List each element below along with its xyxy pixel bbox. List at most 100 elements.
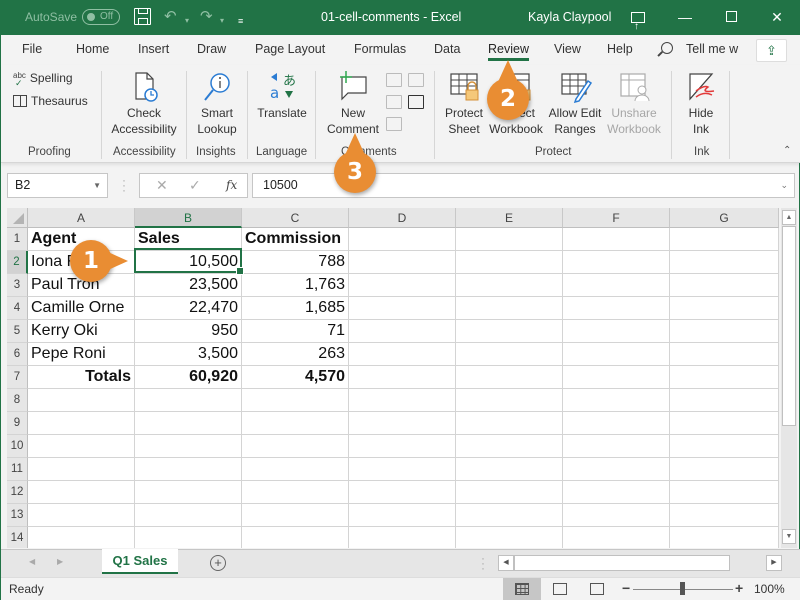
close-button[interactable]: ✕ <box>754 0 800 35</box>
cell-f3[interactable] <box>563 274 670 297</box>
add-sheet-button[interactable]: + <box>210 555 226 571</box>
tab-file[interactable]: File <box>22 42 42 56</box>
scroll-up-button[interactable]: ▲ <box>782 210 796 225</box>
cell-f10[interactable] <box>563 435 670 458</box>
row-header-8[interactable]: 8 <box>7 389 28 412</box>
row-header-12[interactable]: 12 <box>7 481 28 504</box>
redo-icon[interactable]: ↷ <box>200 8 213 26</box>
tab-help[interactable]: Help <box>607 42 633 56</box>
cell-g1[interactable] <box>670 228 779 251</box>
cell-f7[interactable] <box>563 366 670 389</box>
tab-formulas[interactable]: Formulas <box>354 42 406 56</box>
previous-sheet-icon[interactable]: ◀ <box>29 557 35 566</box>
formula-bar-resize-handle[interactable]: · · · <box>122 174 126 196</box>
cell-e14[interactable] <box>456 527 563 548</box>
cell-f6[interactable] <box>563 343 670 366</box>
scroll-left-button[interactable]: ◀ <box>498 555 514 571</box>
cell-c8[interactable] <box>242 389 349 412</box>
tab-split-handle[interactable]: · · · <box>481 552 485 574</box>
vertical-scroll-thumb[interactable] <box>782 226 796 426</box>
tab-review[interactable]: Review <box>488 42 529 61</box>
autosave-toggle[interactable]: Off <box>82 9 120 25</box>
cell-a8[interactable] <box>28 389 135 412</box>
row-header-3[interactable]: 3 <box>7 274 28 297</box>
customize-qat-icon[interactable]: ≡ <box>238 12 243 30</box>
row-header-6[interactable]: 6 <box>7 343 28 366</box>
cell-a6[interactable]: Pepe Roni <box>28 343 135 366</box>
spelling-button[interactable]: abc ✓ Spelling <box>13 71 73 88</box>
zoom-in-button[interactable]: + <box>735 580 743 596</box>
cell-d2[interactable] <box>349 251 456 274</box>
maximize-button[interactable] <box>708 0 754 35</box>
column-header-c[interactable]: C <box>242 208 349 228</box>
row-header-11[interactable]: 11 <box>7 458 28 481</box>
cell-b6[interactable]: 3,500 <box>135 343 242 366</box>
cell-e12[interactable] <box>456 481 563 504</box>
cell-f4[interactable] <box>563 297 670 320</box>
tab-page-layout[interactable]: Page Layout <box>255 42 325 56</box>
user-name[interactable]: Kayla Claypool <box>528 10 611 24</box>
share-button[interactable]: ⇪ <box>756 39 787 62</box>
cell-b13[interactable] <box>135 504 242 527</box>
row-header-14[interactable]: 14 <box>7 527 28 548</box>
cell-d8[interactable] <box>349 389 456 412</box>
row-header-13[interactable]: 13 <box>7 504 28 527</box>
cell-a7[interactable]: Totals <box>28 366 135 389</box>
row-header-2[interactable]: 2 <box>7 251 28 274</box>
cell-d9[interactable] <box>349 412 456 435</box>
cell-a9[interactable] <box>28 412 135 435</box>
zoom-out-button[interactable]: − <box>622 580 630 596</box>
cancel-icon[interactable]: ✕ <box>156 177 168 194</box>
cell-e13[interactable] <box>456 504 563 527</box>
cell-e11[interactable] <box>456 458 563 481</box>
previous-comment-icon[interactable] <box>386 95 402 109</box>
cell-b12[interactable] <box>135 481 242 504</box>
cell-f12[interactable] <box>563 481 670 504</box>
cell-g4[interactable] <box>670 297 779 320</box>
cell-a11[interactable] <box>28 458 135 481</box>
horizontal-scrollbar[interactable]: ◀ ▶ <box>498 555 782 571</box>
cell-g13[interactable] <box>670 504 779 527</box>
vertical-scrollbar[interactable]: ▲ ▼ <box>781 208 797 548</box>
cell-c5[interactable]: 71 <box>242 320 349 343</box>
cell-a12[interactable] <box>28 481 135 504</box>
cell-g6[interactable] <box>670 343 779 366</box>
tab-view[interactable]: View <box>554 42 581 56</box>
cell-d7[interactable] <box>349 366 456 389</box>
row-header-5[interactable]: 5 <box>7 320 28 343</box>
cell-f14[interactable] <box>563 527 670 548</box>
cell-f5[interactable] <box>563 320 670 343</box>
cell-e9[interactable] <box>456 412 563 435</box>
cell-g8[interactable] <box>670 389 779 412</box>
undo-icon[interactable]: ↶ <box>164 8 177 26</box>
collapse-ribbon-icon[interactable]: ⌃ <box>783 145 791 156</box>
cell-a5[interactable]: Kerry Oki <box>28 320 135 343</box>
sheet-tab-q1-sales[interactable]: Q1 Sales <box>102 549 178 574</box>
cell-c13[interactable] <box>242 504 349 527</box>
unshare-workbook-button[interactable]: Unshare Workbook <box>604 71 664 137</box>
zoom-slider-thumb[interactable] <box>680 582 685 595</box>
column-header-d[interactable]: D <box>349 208 456 228</box>
cell-d11[interactable] <box>349 458 456 481</box>
save-icon[interactable] <box>134 8 151 25</box>
cell-c2[interactable]: 788 <box>242 251 349 274</box>
cell-d6[interactable] <box>349 343 456 366</box>
cell-a14[interactable] <box>28 527 135 548</box>
cell-d3[interactable] <box>349 274 456 297</box>
undo-dropdown-icon[interactable]: ▾ <box>185 12 189 30</box>
cell-f9[interactable] <box>563 412 670 435</box>
cell-f1[interactable] <box>563 228 670 251</box>
cell-d12[interactable] <box>349 481 456 504</box>
formula-input[interactable]: 10500 ⌄ <box>252 173 795 198</box>
protect-sheet-button[interactable]: Protect Sheet <box>441 71 487 137</box>
tab-insert[interactable]: Insert <box>138 42 169 56</box>
allow-edit-ranges-button[interactable]: Allow Edit Ranges <box>545 71 605 137</box>
cell-g9[interactable] <box>670 412 779 435</box>
cell-c4[interactable]: 1,685 <box>242 297 349 320</box>
select-all-button[interactable] <box>7 208 28 228</box>
cell-c14[interactable] <box>242 527 349 548</box>
cell-b5[interactable]: 950 <box>135 320 242 343</box>
cell-d1[interactable] <box>349 228 456 251</box>
check-accessibility-button[interactable]: Check Accessibility <box>108 71 180 137</box>
tab-data[interactable]: Data <box>434 42 460 56</box>
